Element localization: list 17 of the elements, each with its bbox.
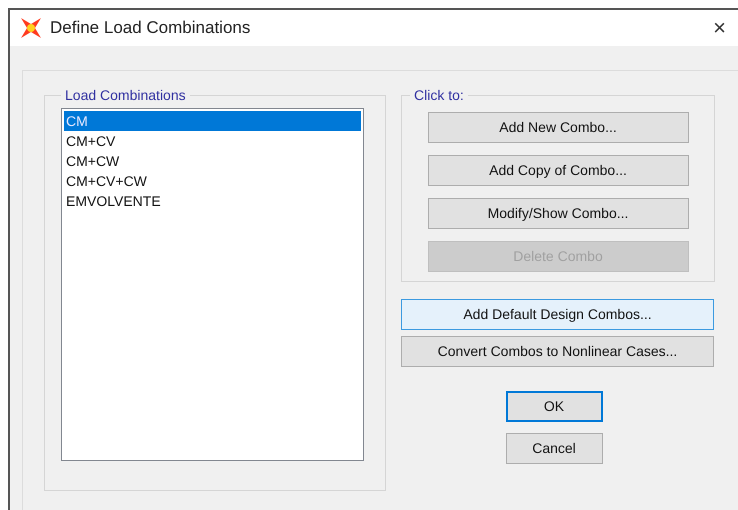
dialog-button[interactable]: Modify/Show Combo...	[428, 198, 688, 229]
list-item[interactable]: CM+CW	[64, 151, 361, 171]
close-button[interactable]: ×	[713, 17, 726, 39]
list-item[interactable]: CM+CV	[64, 131, 361, 151]
group-label: Load Combinations	[64, 86, 187, 105]
app-logo-icon	[20, 17, 42, 39]
list-item[interactable]: CM+CV+CW	[64, 171, 361, 191]
dialog-button[interactable]: Convert Combos to Nonlinear Cases...	[401, 336, 714, 367]
list-item[interactable]: CM	[64, 111, 361, 131]
window-title: Define Load Combinations	[50, 17, 250, 40]
ok-button[interactable]: OK	[506, 391, 602, 422]
list-item[interactable]: EMVOLVENTE	[64, 191, 361, 211]
dialog-button[interactable]: Add New Combo...	[428, 112, 688, 143]
group-label: Click to:	[413, 86, 465, 105]
dialog-button[interactable]: Add Default Design Combos...	[401, 299, 714, 330]
dialog-button[interactable]: Cancel	[506, 433, 602, 464]
dialog-button[interactable]: Add Copy of Combo...	[428, 155, 688, 186]
